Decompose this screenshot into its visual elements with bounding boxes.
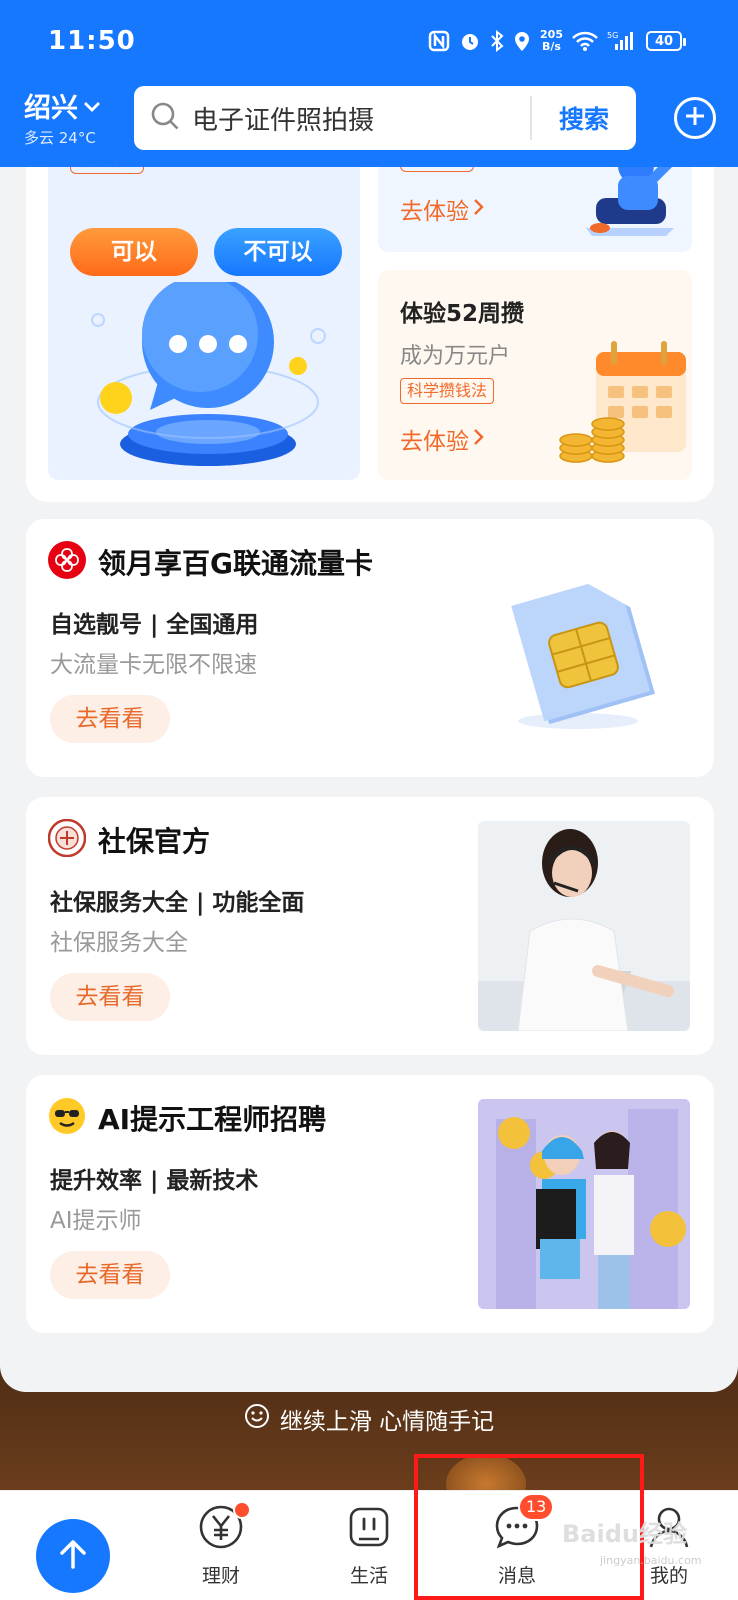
sim-card-image (478, 543, 690, 753)
card-highlight: 提升效率 | 最新技术 (50, 1168, 259, 1194)
search-button[interactable]: 搜索 (532, 100, 636, 136)
card-description: AI提示师 (50, 1208, 142, 1234)
customer-service-agent-image (478, 821, 690, 1031)
vote-no-button[interactable]: 不可以 (214, 228, 342, 276)
ai-recruit-image (478, 1099, 690, 1309)
card-title: 领月享百G联通流量卡 (98, 547, 373, 580)
tab-life[interactable]: 生活 (324, 1503, 414, 1588)
poll-panel[interactable]: 热议话题 可以 不可以 (48, 152, 360, 480)
card-title: 社保官方 (98, 825, 211, 858)
life-icon (345, 1503, 393, 1555)
card-title: AI提示工程师招聘 (98, 1103, 327, 1136)
battery-indicator: 40 (646, 31, 686, 51)
yuan-icon (197, 1501, 251, 1555)
smile-icon (244, 1403, 270, 1435)
view-button[interactable]: 去看看 (50, 973, 170, 1021)
card-highlight: 自选靓号 | 全国通用 (50, 612, 259, 638)
try-link[interactable]: 去体验 (400, 422, 485, 456)
nfc-icon (428, 30, 450, 52)
net-speed: 205 B/s (540, 28, 563, 53)
china-unicom-logo-icon (48, 541, 86, 583)
card-description: 社保服务大全 (50, 930, 188, 956)
savings-tag: 科学攒钱法 (400, 378, 495, 404)
chevron-down-icon (82, 90, 102, 121)
search-input[interactable]: 电子证件照拍摄 (192, 100, 530, 137)
wifi-icon (572, 31, 598, 51)
try-link[interactable]: 去体验 (400, 192, 485, 226)
vote-yes-button[interactable]: 可以 (70, 228, 198, 276)
status-bar: 11:50 205 B/s 5G 40 (0, 0, 738, 84)
status-icons: 205 B/s 5G 40 (428, 26, 686, 56)
search-bar[interactable]: 电子证件照拍摄 搜索 (134, 86, 636, 150)
arrow-up-icon (56, 1537, 90, 1575)
chat-bubble-illustration (88, 276, 328, 480)
swipe-hint: 继续上滑 心情随手记 (0, 1402, 738, 1436)
social-security-logo-icon (47, 818, 87, 861)
savings-challenge-card[interactable]: 体验52周攒 成为万元户 科学攒钱法 去体验 (378, 270, 692, 480)
app-header: 11:50 205 B/s 5G 40 绍兴 多云 24°C 电子证件照拍摄 搜… (0, 0, 738, 167)
chevron-right-icon (473, 196, 485, 222)
activity-card: 热议话题 可以 不可以 一键体验 去体验 (26, 120, 714, 502)
chevron-right-icon (473, 426, 485, 452)
feed-bottom-edge (0, 1340, 738, 1392)
alarm-icon (459, 30, 481, 52)
card-description: 大流量卡无限不限速 (50, 652, 257, 678)
experience-card-top[interactable]: 一键体验 去体验 (378, 152, 692, 252)
location-icon (513, 30, 531, 52)
search-icon (150, 101, 180, 135)
signal-icon: 5G (607, 30, 637, 52)
savings-subtitle: 成为万元户 (400, 344, 511, 369)
feed-card-social-security[interactable]: 社保官方 社保服务大全 | 功能全面 社保服务大全 去看看 (26, 797, 714, 1055)
status-time: 11:50 (48, 26, 136, 56)
tab-wealth[interactable]: 理财 (176, 1501, 266, 1588)
baidu-watermark-url: jingyan.baidu.com (600, 1554, 702, 1567)
card-highlight: 社保服务大全 | 功能全面 (50, 890, 305, 916)
calendar-coins-illustration (552, 330, 692, 474)
view-button[interactable]: 去看看 (50, 1251, 170, 1299)
svg-text:5G: 5G (607, 31, 618, 40)
feed-card-ai-prompt[interactable]: AI提示工程师招聘 提升效率 | 最新技术 AI提示师 去看看 (26, 1075, 714, 1333)
feed-card-unicom[interactable]: 领月享百G联通流量卡 自选靓号 | 全国通用 大流量卡无限不限速 去看看 (26, 519, 714, 777)
tab-home-button[interactable] (36, 1519, 110, 1593)
notification-dot (233, 1501, 251, 1519)
savings-title: 体验52周攒 (400, 301, 525, 327)
baidu-watermark: Baidu经验 (562, 1520, 687, 1548)
city-selector[interactable]: 绍兴 多云 24°C (24, 86, 102, 148)
view-button[interactable]: 去看看 (50, 695, 170, 743)
plus-icon (684, 105, 706, 131)
city-name: 绍兴 (24, 93, 78, 124)
weather-text: 多云 24°C (24, 129, 96, 147)
emoji-sunglasses-icon (48, 1097, 86, 1139)
plus-button[interactable] (674, 97, 716, 139)
bluetooth-icon (490, 30, 504, 52)
